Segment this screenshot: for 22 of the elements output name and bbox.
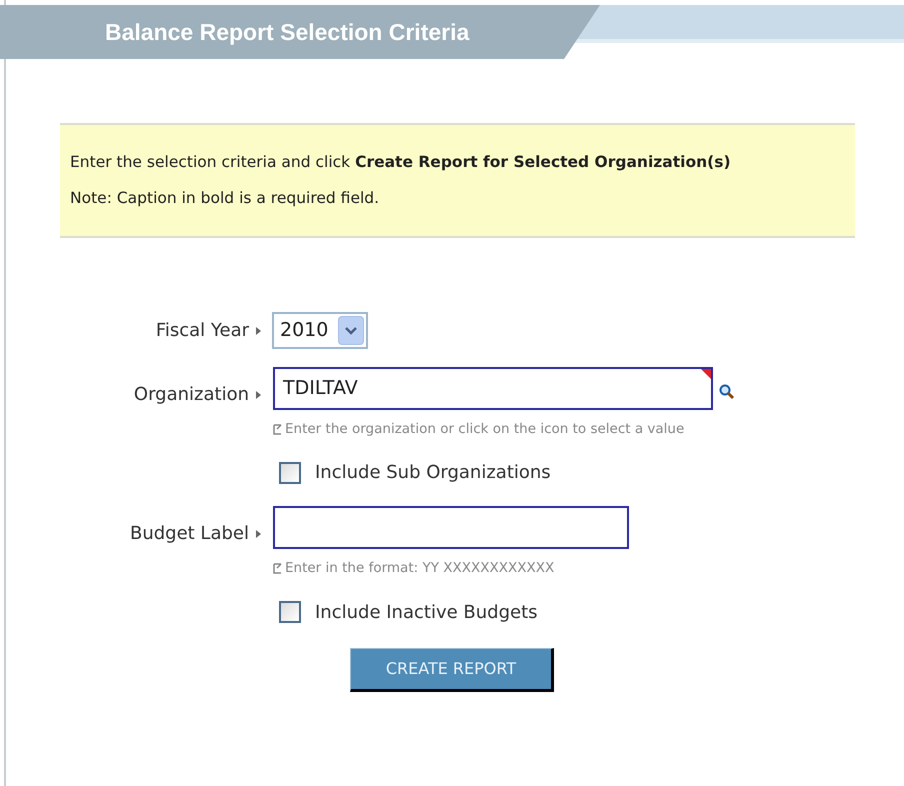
- arrow-icon: [256, 326, 261, 334]
- checkbox-label: Include Sub Organizations: [315, 461, 551, 486]
- budget-label-field[interactable]: [273, 506, 629, 550]
- organization-field[interactable]: TDILTAV: [273, 367, 713, 410]
- field-label: Fiscal Year: [156, 319, 249, 343]
- field-label: Budget Label: [130, 522, 249, 546]
- arrow-icon: [256, 530, 261, 538]
- page-title: Balance Report Selection Criteria: [105, 18, 470, 47]
- field-label: Organization: [134, 383, 249, 407]
- instruction-text: Enter the selection criteria and click Create Report for Selected Organization(s): [70, 152, 732, 174]
- year-dropdown[interactable]: 2010: [272, 312, 368, 349]
- hint-text: Enter in the format: YY XXXXXXXXXXXX: [285, 559, 554, 578]
- checkbox[interactable]: [279, 601, 301, 623]
- hint-icon: [273, 424, 282, 435]
- checkbox-label: Include Inactive Budgets: [315, 600, 538, 624]
- chevron-down-icon: [345, 326, 357, 334]
- search-icon[interactable]: [719, 384, 735, 400]
- arrow-icon: [256, 390, 261, 398]
- instruction-text: Note: Caption in bold is a required field.: [70, 188, 380, 208]
- hint-text: Enter the organization or click on the icon to select a value: [285, 420, 684, 439]
- checkbox[interactable]: [279, 462, 301, 484]
- hint-icon: [273, 562, 282, 574]
